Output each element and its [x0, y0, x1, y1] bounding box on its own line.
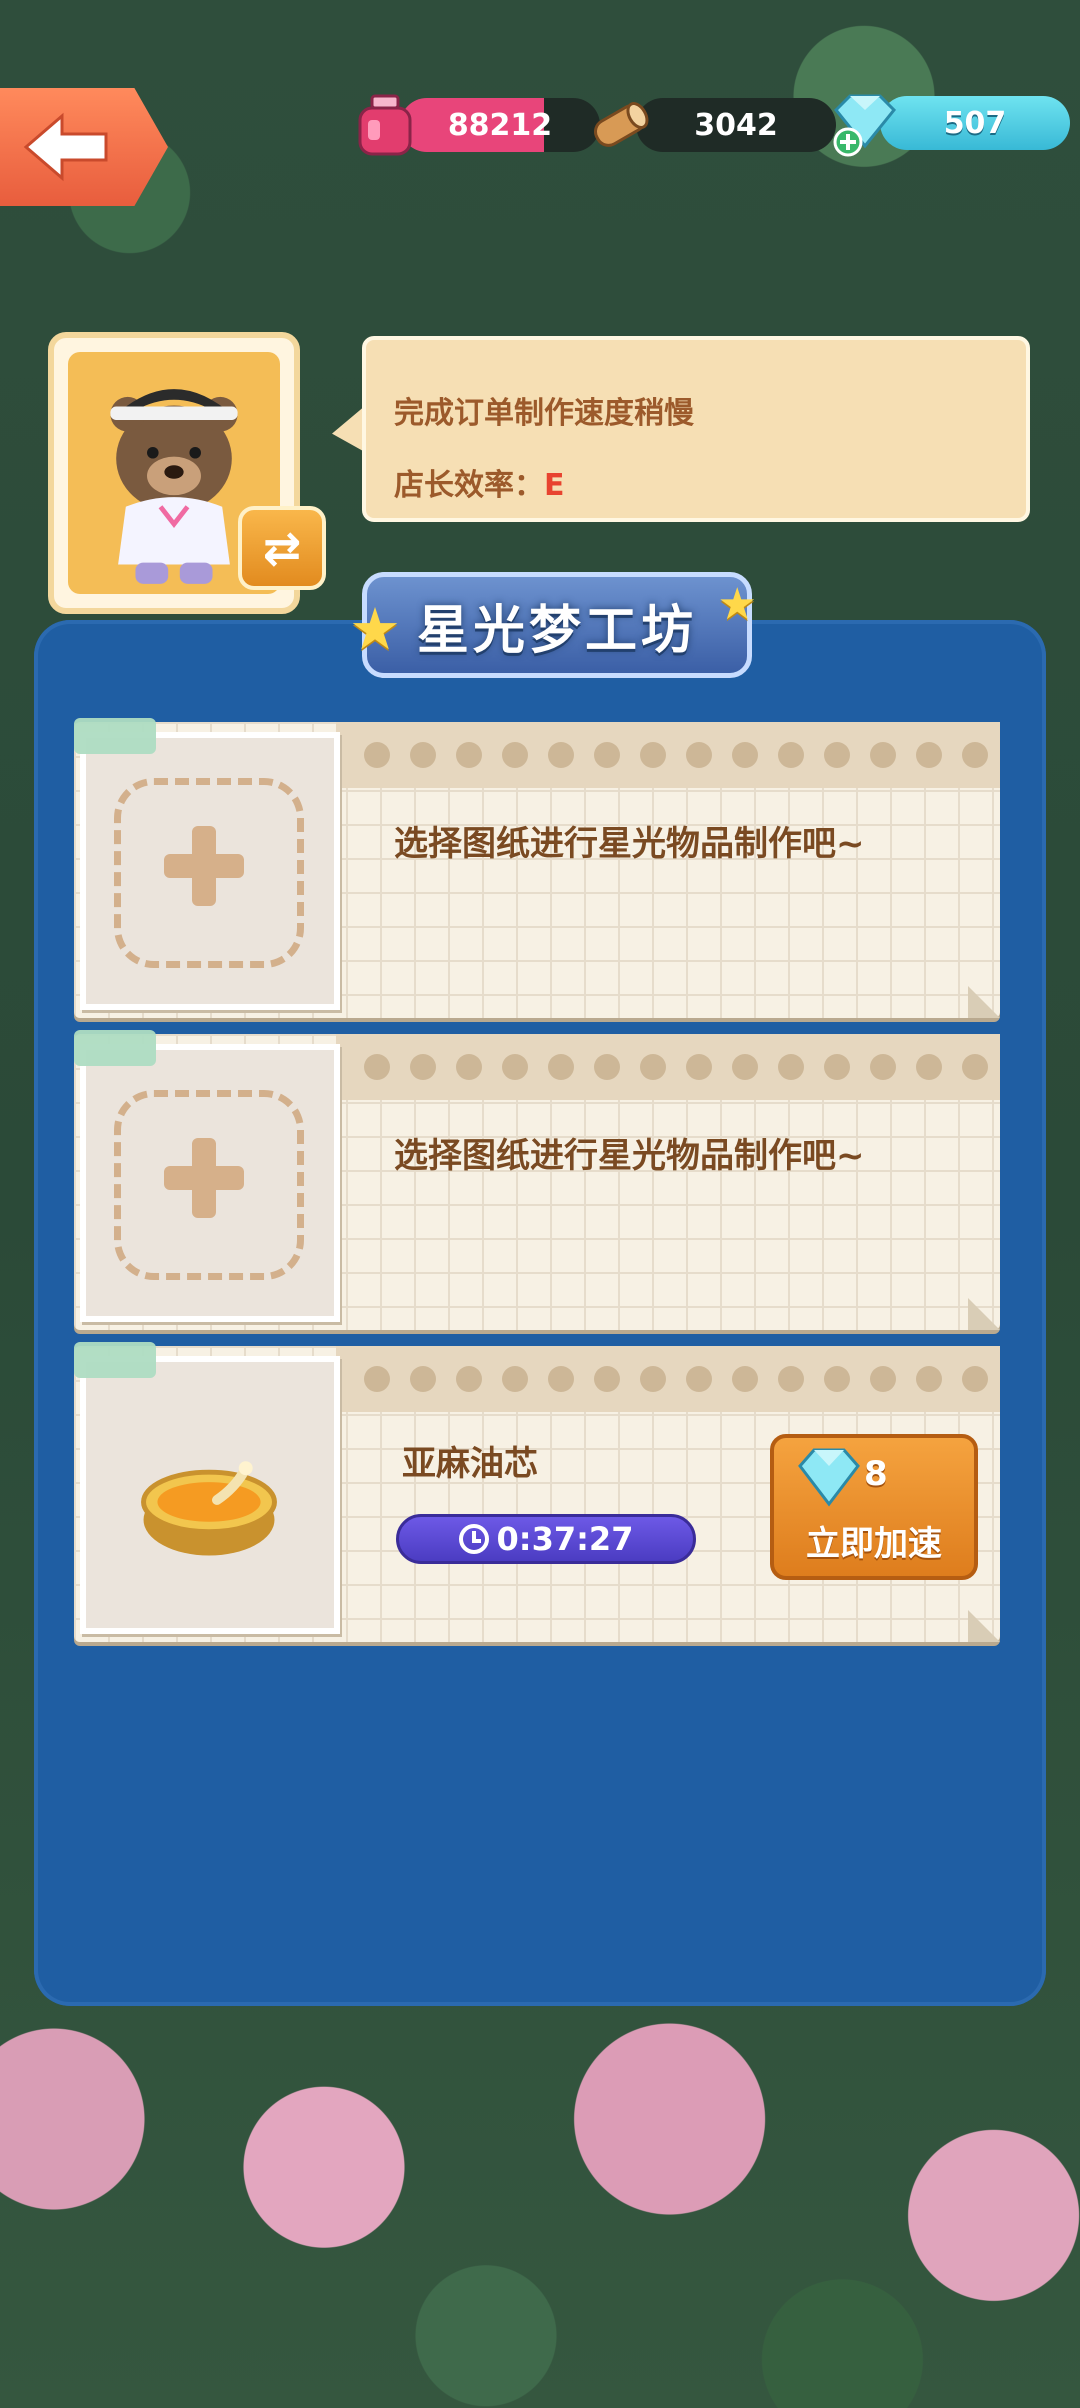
timer-value: 0:37:27: [496, 1520, 634, 1558]
crafting-timer: 0:37:27: [396, 1514, 696, 1564]
page-fold: [968, 1610, 1000, 1642]
clock-icon: [458, 1524, 489, 1554]
diamond-count: 507: [943, 105, 1007, 141]
swap-arrows-icon: ⇄: [262, 521, 302, 575]
empty-slot-hint: 选择图纸进行星光物品制作吧~: [394, 1136, 865, 1176]
speed-up-button[interactable]: 8 立即加速: [770, 1434, 978, 1580]
speed-up-label: 立即加速: [806, 1524, 942, 1564]
workshop-title: 星光梦工坊: [416, 600, 697, 661]
speed-up-cost: 8: [864, 1454, 888, 1494]
efficiency-label: 店长效率：: [394, 468, 544, 503]
manager-status-text: 完成订单制作速度稍慢: [394, 396, 694, 431]
resource-diamond[interactable]: 507: [830, 88, 1070, 158]
resource-ink[interactable]: 88212: [350, 90, 600, 160]
plus-icon: [164, 826, 244, 906]
page-fold: [968, 986, 1000, 1018]
crafting-item-thumbnail[interactable]: [80, 1356, 340, 1634]
add-blueprint-button[interactable]: [80, 1044, 340, 1322]
binder-holes: [364, 742, 988, 768]
craft-slot-2[interactable]: 选择图纸进行星光物品制作吧~: [74, 1030, 1000, 1330]
ink-bottle-icon: [358, 94, 412, 156]
star-icon: ★: [349, 595, 405, 663]
diamond-icon: [798, 1448, 860, 1507]
manager-speech-bubble: 完成订单制作速度稍慢 店长效率：E: [362, 336, 1030, 522]
crafting-item-name: 亚麻油芯: [402, 1444, 538, 1484]
binder-holes: [364, 1366, 988, 1392]
tape-decoration: [74, 1342, 156, 1378]
binder-holes: [364, 1054, 988, 1080]
tape-decoration: [74, 1030, 156, 1066]
diamond-plus-icon: [833, 94, 897, 157]
page-fold: [968, 1298, 1000, 1330]
plus-icon: [164, 1138, 244, 1218]
add-blueprint-button[interactable]: [80, 732, 340, 1010]
resource-wood[interactable]: 3042: [586, 90, 836, 160]
workshop-title-banner: ★ 星光梦工坊 ★: [349, 572, 757, 678]
swap-manager-button[interactable]: ⇄: [238, 506, 326, 590]
back-button[interactable]: [0, 88, 168, 206]
ink-count: 88212: [447, 107, 553, 143]
manager-efficiency-row: 店长效率：E: [394, 460, 565, 504]
wood-log-icon: [594, 102, 649, 147]
tape-decoration: [74, 718, 156, 754]
efficiency-grade: E: [544, 468, 565, 503]
craft-slot-1[interactable]: 选择图纸进行星光物品制作吧~: [74, 718, 1000, 1018]
empty-slot-hint: 选择图纸进行星光物品制作吧~: [394, 824, 865, 864]
wood-count: 3042: [694, 107, 778, 143]
craft-slot-3[interactable]: 亚麻油芯 0:37:27 8 立即加速: [74, 1342, 1000, 1642]
star-icon: ★: [717, 579, 761, 630]
linseed-oil-wick-icon: [141, 1461, 277, 1556]
arrow-left-icon: [23, 112, 108, 182]
